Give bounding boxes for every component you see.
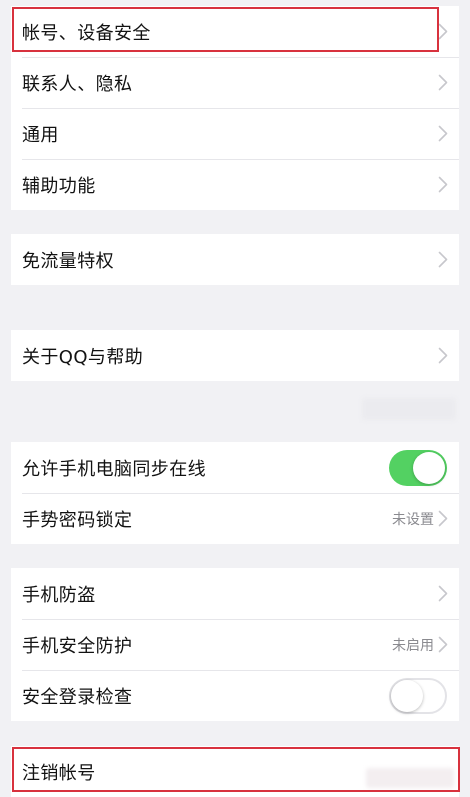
gesture-lock-item[interactable]: 手势密码锁定 未设置 [11, 493, 459, 544]
settings-screen: 帐号、设备安全 联系人、隐私 通用 辅助功能 免流量特权 关于QQ与帮助 允许手… [0, 0, 470, 797]
account-settings-group: 帐号、设备安全 联系人、隐私 通用 辅助功能 [11, 6, 459, 210]
toggle-knob [391, 679, 423, 712]
free-data-item[interactable]: 免流量特权 [11, 234, 459, 285]
sync-online-label: 允许手机电脑同步在线 [22, 458, 206, 480]
accessibility-item[interactable]: 辅助功能 [11, 159, 459, 210]
login-check-item: 安全登录检查 [11, 670, 459, 721]
free-data-group: 免流量特权 [11, 234, 459, 285]
general-item[interactable]: 通用 [11, 108, 459, 159]
chevron-right-icon [437, 125, 449, 143]
free-data-label: 免流量特权 [22, 250, 114, 272]
sync-lock-group: 允许手机电脑同步在线 手势密码锁定 未设置 [11, 442, 459, 544]
gesture-lock-value: 未设置 [392, 511, 434, 528]
chevron-right-icon [437, 585, 449, 603]
about-help-item[interactable]: 关于QQ与帮助 [11, 330, 459, 381]
general-label: 通用 [22, 124, 59, 146]
about-group: 关于QQ与帮助 [11, 330, 459, 381]
contacts-privacy-label: 联系人、隐私 [22, 73, 133, 95]
about-help-label: 关于QQ与帮助 [22, 346, 144, 368]
gesture-lock-label: 手势密码锁定 [22, 509, 133, 531]
blurred-watermark [362, 398, 456, 420]
chevron-right-icon [437, 23, 449, 41]
chevron-right-icon [437, 636, 449, 654]
chevron-right-icon [437, 510, 449, 528]
phone-security-group: 手机防盗 手机安全防护 未启用 安全登录检查 [11, 568, 459, 721]
login-check-label: 安全登录检查 [22, 686, 133, 708]
blurred-watermark [366, 768, 454, 788]
phone-security-value: 未启用 [392, 637, 434, 654]
account-security-item[interactable]: 帐号、设备安全 [11, 6, 459, 57]
toggle-knob [413, 451, 445, 484]
chevron-right-icon [437, 251, 449, 269]
phone-antitheft-item[interactable]: 手机防盗 [11, 568, 459, 619]
accessibility-label: 辅助功能 [22, 175, 96, 197]
phone-security-item[interactable]: 手机安全防护 未启用 [11, 619, 459, 670]
phone-antitheft-label: 手机防盗 [22, 584, 96, 606]
sync-online-item: 允许手机电脑同步在线 [11, 442, 459, 493]
account-security-label: 帐号、设备安全 [22, 22, 151, 44]
login-check-toggle[interactable] [389, 677, 447, 714]
sync-online-toggle[interactable] [389, 449, 447, 486]
chevron-right-icon [437, 74, 449, 92]
phone-security-label: 手机安全防护 [22, 635, 133, 657]
chevron-right-icon [437, 347, 449, 365]
contacts-privacy-item[interactable]: 联系人、隐私 [11, 57, 459, 108]
chevron-right-icon [437, 176, 449, 194]
